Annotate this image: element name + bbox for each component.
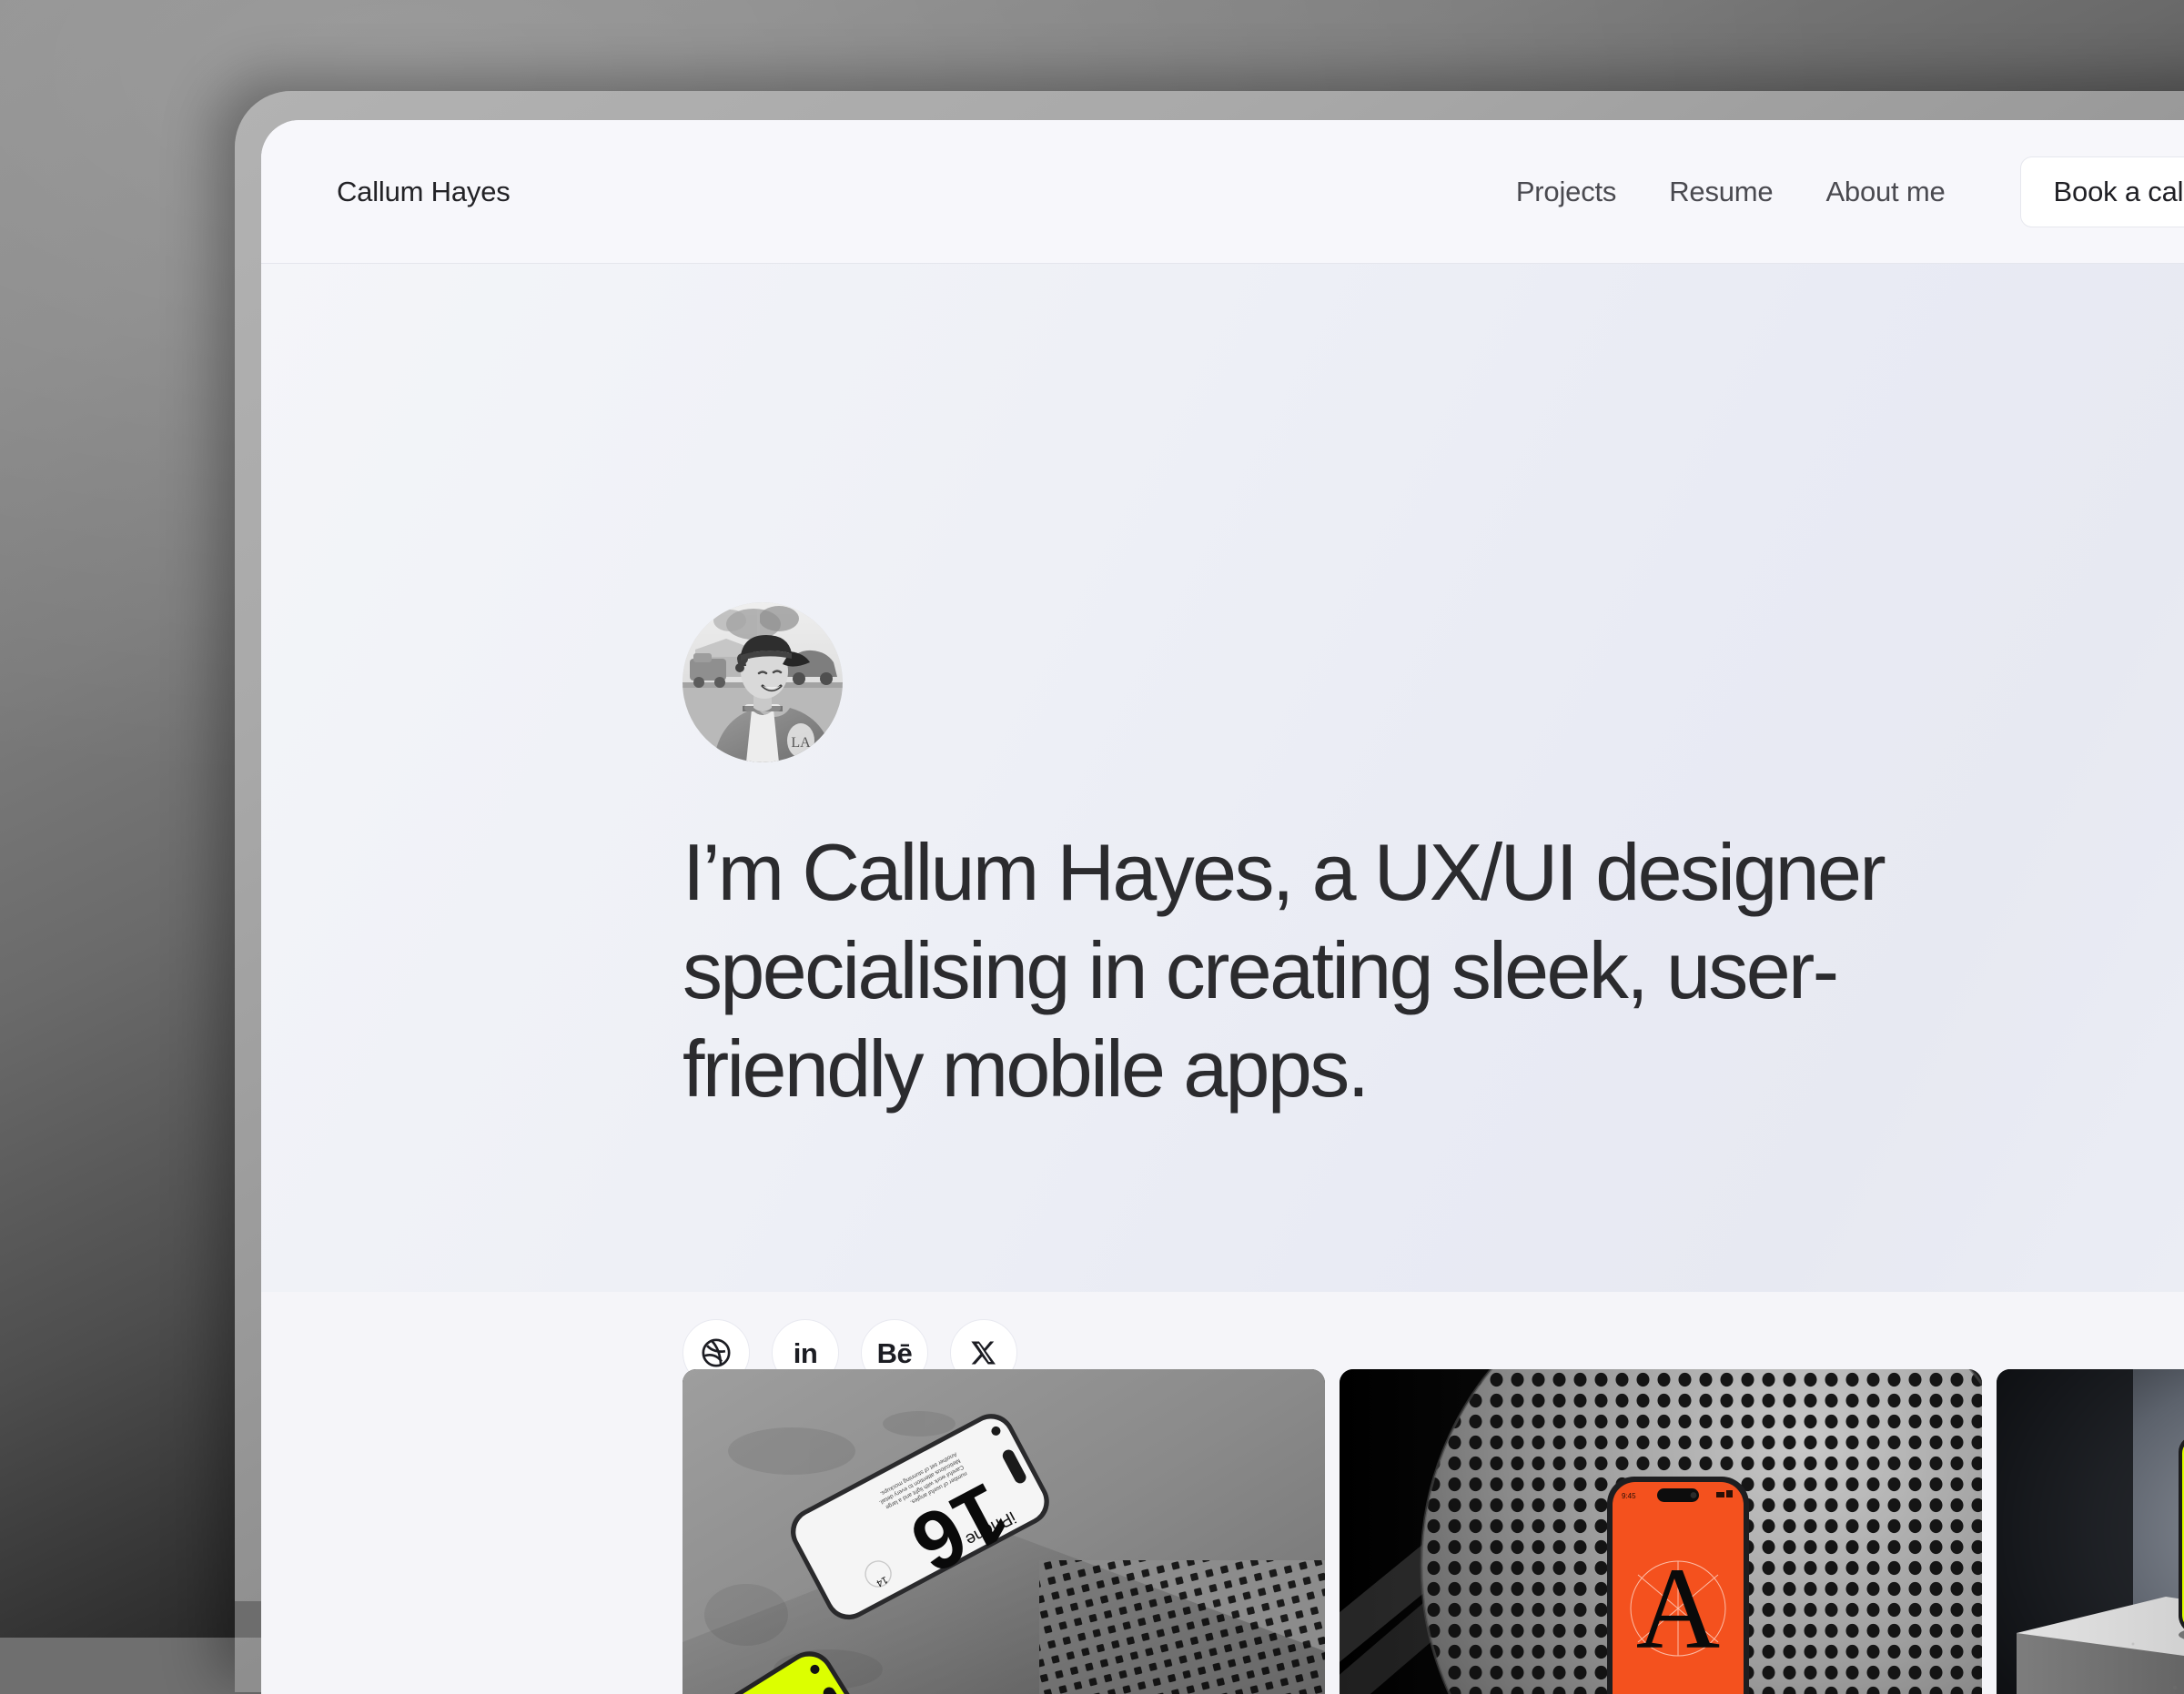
svg-text:A: A — [1636, 1544, 1720, 1673]
avatar: LA — [682, 602, 843, 762]
svg-text:9:45: 9:45 — [1622, 1492, 1636, 1500]
headline-line-1: I’m Callum Hayes, a UX/UI designer — [682, 823, 2175, 922]
hero-section: LA — [261, 264, 2184, 1292]
site-logo[interactable]: Callum Hayes — [337, 176, 511, 208]
nav-item-projects[interactable]: Projects — [1490, 176, 1643, 208]
site-header: Callum Hayes Projects Resume About me Bo… — [261, 120, 2184, 264]
nav-item-resume[interactable]: Resume — [1643, 176, 1799, 208]
project-thumbnail: iPhone 14 16 Another set of stunning moc… — [682, 1369, 1325, 1694]
svg-text:LA: LA — [791, 735, 811, 751]
book-a-call-button[interactable]: Book a call — [2020, 156, 2184, 227]
project-card[interactable]: 9:45 A iPhone 14 Pro An ⌘ incredible dev… — [1340, 1369, 1982, 1694]
project-card[interactable]: iPhone 14 16 Another set of stunning moc… — [682, 1369, 1325, 1694]
browser-viewport: Callum Hayes Projects Resume About me Bo… — [261, 120, 2184, 1694]
page-title: I’m Callum Hayes, a UX/UI designer speci… — [682, 823, 2175, 1118]
linkedin-label: in — [794, 1339, 818, 1367]
project-card-grid: iPhone 14 16 Another set of stunning moc… — [682, 1369, 2184, 1694]
headline-line-2: specialising in creating sleek, user- — [682, 922, 2175, 1020]
headline-line-3: friendly mobile apps. — [682, 1020, 2175, 1118]
project-thumbnail: 9:41 iPhone 14 mockup 16 Another set of … — [1997, 1369, 2184, 1694]
behance-label: Bē — [877, 1339, 913, 1367]
device-frame-edge — [235, 1601, 261, 1638]
nav-item-about-me[interactable]: About me — [1799, 176, 1971, 208]
avatar-photo: LA — [682, 602, 843, 762]
main-navigation: Projects Resume About me Book a call — [1490, 156, 2184, 227]
project-thumbnail: 9:45 A iPhone 14 Pro An ⌘ incredible dev… — [1340, 1369, 1982, 1694]
project-card[interactable]: 9:41 iPhone 14 mockup 16 Another set of … — [1997, 1369, 2184, 1694]
